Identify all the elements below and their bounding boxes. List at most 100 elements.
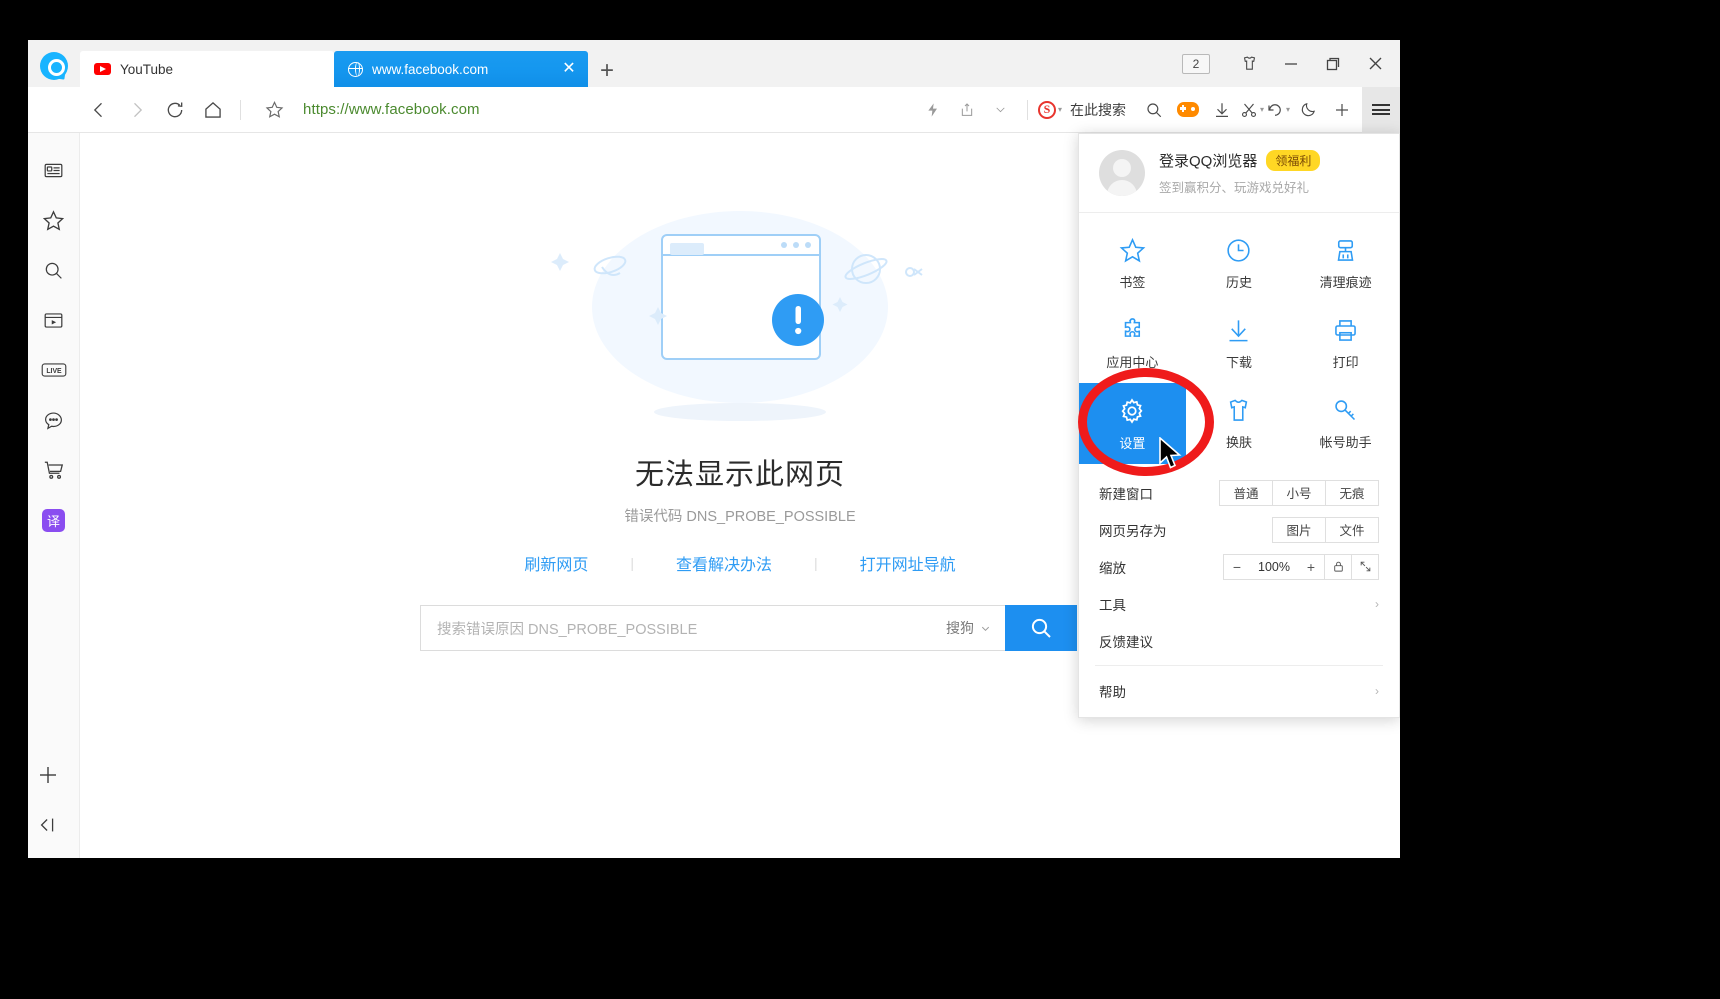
avatar[interactable] bbox=[1099, 150, 1145, 196]
status-badge[interactable]: 领福利 bbox=[1266, 150, 1321, 171]
close-window-button[interactable] bbox=[1354, 40, 1396, 87]
screenshot-root: YouTube www.facebook.com ✕ + 2 https://w… bbox=[0, 0, 1720, 999]
gamepad-icon[interactable] bbox=[1172, 91, 1204, 129]
back-button[interactable] bbox=[80, 91, 118, 129]
zoom-lock-button[interactable] bbox=[1324, 553, 1352, 580]
account-header[interactable]: 登录QQ浏览器 领福利 签到赢积分、玩游戏兑好礼 bbox=[1079, 134, 1399, 213]
search-engine-dropdown[interactable]: 搜狗 bbox=[946, 618, 991, 638]
menu-item-print-label: 打印 bbox=[1332, 355, 1359, 370]
reload-button[interactable] bbox=[156, 91, 194, 129]
bookmark-star-icon[interactable] bbox=[255, 91, 293, 129]
star-icon bbox=[1119, 237, 1146, 263]
engine-caret-icon: ▾ bbox=[1057, 105, 1062, 114]
menu-row-help-label: 帮助 bbox=[1099, 684, 1126, 700]
menu-row-zoom-label: 缩放 bbox=[1099, 560, 1126, 576]
menu-row-save-as-label: 网页另存为 bbox=[1099, 523, 1167, 539]
sidebar-item-translate[interactable]: 译 bbox=[34, 495, 74, 545]
tab-facebook[interactable]: www.facebook.com ✕ bbox=[334, 51, 588, 87]
menu-row-new-window[interactable]: 新建窗口 普通 小号 无痕 bbox=[1079, 474, 1399, 511]
address-bar[interactable]: https://www.facebook.com bbox=[249, 95, 917, 125]
tab-youtube[interactable]: YouTube bbox=[80, 51, 334, 87]
toolbar-divider-2 bbox=[1026, 99, 1028, 120]
zoom-fullscreen-button[interactable] bbox=[1351, 553, 1379, 580]
search-icon[interactable] bbox=[1138, 91, 1170, 129]
menu-item-clear-traces[interactable]: 清理痕迹 bbox=[1292, 223, 1399, 303]
sidebar-add-button[interactable] bbox=[28, 750, 68, 800]
toolbar-divider bbox=[240, 99, 241, 120]
save-as-option-image[interactable]: 图片 bbox=[1272, 516, 1326, 543]
lightning-icon[interactable] bbox=[917, 91, 949, 129]
gear-icon bbox=[1121, 398, 1143, 424]
zoom-out-button[interactable]: − bbox=[1224, 555, 1250, 579]
tab-facebook-label: www.facebook.com bbox=[372, 61, 489, 77]
sidebar-collapse-button[interactable] bbox=[28, 800, 68, 850]
search-submit-button[interactable] bbox=[1005, 605, 1077, 651]
link-view-solution[interactable]: 查看解决办法 bbox=[676, 551, 772, 575]
tshirt-skin-icon[interactable] bbox=[1228, 40, 1270, 87]
menu-rows: 新建窗口 普通 小号 无痕 网页另存为 图片 文件 缩放 − 100% + 工具… bbox=[1079, 470, 1399, 717]
search-engine-selector[interactable]: S ▾ bbox=[1037, 91, 1062, 129]
minimize-button[interactable] bbox=[1270, 40, 1312, 87]
account-name-row: 登录QQ浏览器 领福利 bbox=[1159, 150, 1381, 171]
tab-bar: YouTube www.facebook.com ✕ + 2 bbox=[28, 40, 1400, 87]
menu-item-app-center[interactable]: 应用中心 bbox=[1079, 303, 1186, 383]
save-as-option-file[interactable]: 文件 bbox=[1325, 516, 1379, 543]
undo-icon[interactable]: ▾ bbox=[1266, 91, 1290, 129]
browser-main-menu: 登录QQ浏览器 领福利 签到赢积分、玩游戏兑好礼 书签 历史 清理痕迹 应用中心… bbox=[1078, 133, 1400, 718]
error-illustration bbox=[510, 207, 970, 437]
menu-row-save-as[interactable]: 网页另存为 图片 文件 bbox=[1079, 511, 1399, 548]
menu-item-account-assistant[interactable]: 帐号助手 bbox=[1292, 383, 1399, 464]
menu-row-feedback[interactable]: 反馈建议 bbox=[1079, 622, 1399, 659]
close-icon[interactable]: ✕ bbox=[560, 61, 578, 77]
scissors-icon[interactable]: ▾ bbox=[1240, 91, 1264, 129]
menu-item-skin[interactable]: 换肤 bbox=[1186, 383, 1293, 464]
search-input[interactable]: 搜索错误原因 DNS_PROBE_POSSIBLE 搜狗 bbox=[420, 605, 1005, 651]
menu-row-help[interactable]: 帮助 › bbox=[1079, 672, 1399, 709]
menu-item-bookmarks[interactable]: 书签 bbox=[1079, 223, 1186, 303]
sidebar-item-live[interactable]: LIVE bbox=[34, 345, 74, 395]
sidebar-item-news[interactable] bbox=[34, 145, 74, 195]
tab-count-badge[interactable]: 2 bbox=[1182, 53, 1210, 74]
youtube-icon bbox=[94, 63, 111, 75]
menu-item-print[interactable]: 打印 bbox=[1292, 303, 1399, 383]
share-icon[interactable] bbox=[951, 91, 983, 129]
toolbar-actions: S ▾ 在此搜索 ▾ ▾ bbox=[917, 91, 1362, 129]
search-icon bbox=[1031, 618, 1051, 638]
menu-row-zoom[interactable]: 缩放 − 100% + bbox=[1079, 548, 1399, 585]
hamburger-icon[interactable] bbox=[1362, 86, 1400, 133]
sidebar-item-cart[interactable] bbox=[34, 445, 74, 495]
toolbar-search-hint[interactable]: 在此搜索 bbox=[1070, 100, 1126, 120]
sidebar-item-chat[interactable] bbox=[34, 395, 74, 445]
maximize-button[interactable] bbox=[1312, 40, 1354, 87]
link-open-navigation[interactable]: 打开网址导航 bbox=[860, 551, 956, 575]
chevron-right-icon: › bbox=[1375, 596, 1379, 611]
menu-item-settings[interactable]: 设置 bbox=[1079, 383, 1186, 464]
menu-item-downloads[interactable]: 下载 bbox=[1186, 303, 1293, 383]
qq-browser-logo-icon bbox=[40, 52, 68, 80]
new-window-option-small[interactable]: 小号 bbox=[1272, 479, 1326, 506]
plus-icon[interactable] bbox=[1326, 91, 1358, 129]
moon-icon[interactable] bbox=[1292, 91, 1324, 129]
chevron-right-icon-2: › bbox=[1375, 683, 1379, 698]
menu-item-history[interactable]: 历史 bbox=[1186, 223, 1293, 303]
sidebar-item-favorites[interactable] bbox=[34, 195, 74, 245]
new-tab-button[interactable]: + bbox=[588, 59, 626, 87]
link-divider-2: | bbox=[814, 555, 818, 571]
link-refresh-page[interactable]: 刷新网页 bbox=[524, 551, 588, 575]
chevron-down-icon[interactable] bbox=[985, 91, 1017, 129]
download-icon[interactable] bbox=[1206, 91, 1238, 129]
menu-item-bookmarks-label: 书签 bbox=[1119, 275, 1146, 290]
new-window-option-incognito[interactable]: 无痕 bbox=[1325, 479, 1379, 506]
home-button[interactable] bbox=[194, 91, 232, 129]
zoom-in-button[interactable]: + bbox=[1298, 555, 1324, 579]
menu-icon-grid: 书签 历史 清理痕迹 应用中心 下载 打印 设置 换肤 帐号助手 bbox=[1079, 213, 1399, 470]
zoom-controls: − 100% + bbox=[1223, 553, 1379, 580]
url-text: https://www.facebook.com bbox=[303, 101, 480, 118]
sidebar-item-search[interactable] bbox=[34, 245, 74, 295]
forward-button[interactable] bbox=[118, 91, 156, 129]
save-as-options: 图片 文件 bbox=[1272, 516, 1379, 543]
menu-item-skin-label: 换肤 bbox=[1225, 435, 1252, 450]
sidebar-item-video[interactable] bbox=[34, 295, 74, 345]
new-window-option-normal[interactable]: 普通 bbox=[1219, 479, 1273, 506]
menu-row-tools[interactable]: 工具 › bbox=[1079, 585, 1399, 622]
